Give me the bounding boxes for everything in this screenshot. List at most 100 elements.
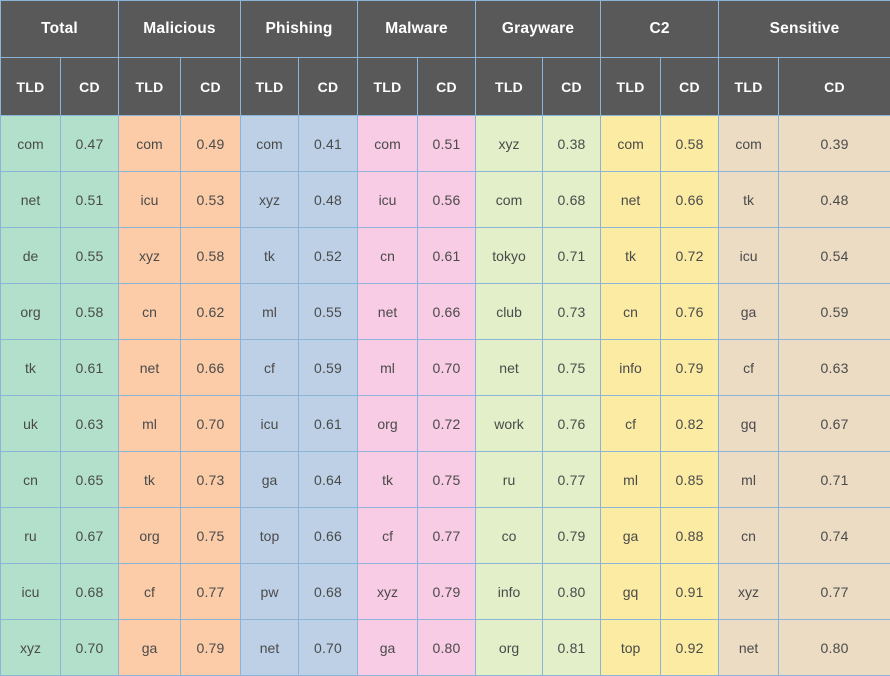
table-row: org 0.58 cn 0.62 ml 0.55 net 0.66 club 0.73 cn 0.76… bbox=[0, 283, 890, 340]
cell-total-tld: com bbox=[0, 115, 61, 172]
cell-malware-tld: cf bbox=[357, 507, 419, 564]
cell-malicious-cd: 0.79 bbox=[180, 619, 241, 676]
cell-malicious-tld: cn bbox=[118, 283, 181, 340]
cell-grayware-tld: xyz bbox=[475, 115, 544, 172]
cell-c2-cd: 0.79 bbox=[660, 339, 720, 396]
cell-malware-cd: 0.51 bbox=[417, 115, 477, 172]
sub-header-sensitive-cd: CD bbox=[778, 57, 890, 116]
cell-grayware-cd: 0.68 bbox=[542, 171, 602, 228]
cell-sensitive-tld: ga bbox=[718, 283, 780, 340]
cell-c2-tld: ga bbox=[600, 507, 662, 564]
cell-total-tld: cn bbox=[0, 451, 61, 508]
cell-total-tld: xyz bbox=[0, 619, 61, 676]
cell-grayware-cd: 0.38 bbox=[542, 115, 602, 172]
cell-malicious-tld: net bbox=[118, 339, 181, 396]
cell-malicious-cd: 0.66 bbox=[180, 339, 241, 396]
cell-sensitive-cd: 0.48 bbox=[778, 171, 890, 228]
cell-malicious-tld: org bbox=[118, 507, 181, 564]
sub-header-phishing-cd: CD bbox=[297, 57, 359, 116]
cell-phishing-cd: 0.70 bbox=[297, 619, 359, 676]
cell-phishing-tld: icu bbox=[240, 395, 299, 452]
cell-grayware-tld: co bbox=[475, 507, 544, 564]
cell-total-tld: icu bbox=[0, 563, 61, 620]
cell-sensitive-cd: 0.63 bbox=[778, 339, 890, 396]
cell-phishing-cd: 0.59 bbox=[297, 339, 359, 396]
cell-malicious-tld: ml bbox=[118, 395, 181, 452]
cell-sensitive-tld: tk bbox=[718, 171, 780, 228]
cell-grayware-tld: work bbox=[475, 395, 544, 452]
cell-sensitive-tld: xyz bbox=[718, 563, 780, 620]
cell-c2-cd: 0.91 bbox=[660, 563, 720, 620]
cell-malware-tld: tk bbox=[357, 451, 419, 508]
cell-malicious-tld: com bbox=[118, 115, 181, 172]
cell-sensitive-cd: 0.77 bbox=[778, 563, 890, 620]
cell-c2-cd: 0.58 bbox=[660, 115, 720, 172]
sub-header-malware-cd: CD bbox=[417, 57, 477, 116]
cell-grayware-cd: 0.76 bbox=[542, 395, 602, 452]
cell-malware-cd: 0.77 bbox=[417, 507, 477, 564]
cell-c2-cd: 0.72 bbox=[660, 227, 720, 284]
table-row: icu 0.68 cf 0.77 pw 0.68 xyz 0.79 info 0.80 gq 0.91… bbox=[0, 563, 890, 620]
cell-sensitive-tld: icu bbox=[718, 227, 780, 284]
cell-sensitive-cd: 0.74 bbox=[778, 507, 890, 564]
cell-grayware-cd: 0.75 bbox=[542, 339, 602, 396]
cell-malware-tld: net bbox=[357, 283, 419, 340]
cell-c2-tld: cf bbox=[600, 395, 662, 452]
cell-phishing-tld: com bbox=[240, 115, 299, 172]
cell-malicious-cd: 0.77 bbox=[180, 563, 241, 620]
cell-sensitive-cd: 0.39 bbox=[778, 115, 890, 172]
cell-sensitive-tld: cn bbox=[718, 507, 780, 564]
sub-header-malicious-tld: TLD bbox=[118, 57, 181, 116]
cell-grayware-cd: 0.81 bbox=[542, 619, 602, 676]
sub-header-total-tld: TLD bbox=[0, 57, 61, 116]
cell-malicious-cd: 0.49 bbox=[180, 115, 241, 172]
cell-total-cd: 0.61 bbox=[60, 339, 119, 396]
cell-malicious-tld: icu bbox=[118, 171, 181, 228]
cell-phishing-cd: 0.55 bbox=[297, 283, 359, 340]
cell-c2-cd: 0.88 bbox=[660, 507, 720, 564]
cell-c2-tld: info bbox=[600, 339, 662, 396]
table-row: cn 0.65 tk 0.73 ga 0.64 tk 0.75 ru 0.77 ml 0.85 ml 0.… bbox=[0, 451, 890, 508]
cell-phishing-cd: 0.68 bbox=[297, 563, 359, 620]
sub-header-c2-cd: CD bbox=[660, 57, 720, 116]
sub-header-c2-tld: TLD bbox=[600, 57, 662, 116]
cell-total-tld: uk bbox=[0, 395, 61, 452]
cell-sensitive-cd: 0.71 bbox=[778, 451, 890, 508]
cell-total-cd: 0.67 bbox=[60, 507, 119, 564]
cell-grayware-tld: com bbox=[475, 171, 544, 228]
cell-malicious-cd: 0.75 bbox=[180, 507, 241, 564]
cell-malware-cd: 0.79 bbox=[417, 563, 477, 620]
cell-malware-tld: org bbox=[357, 395, 419, 452]
cell-grayware-cd: 0.71 bbox=[542, 227, 602, 284]
cell-phishing-tld: tk bbox=[240, 227, 299, 284]
cell-phishing-cd: 0.64 bbox=[297, 451, 359, 508]
table-row: de 0.55 xyz 0.58 tk 0.52 cn 0.61 tokyo 0.71 tk 0.72… bbox=[0, 227, 890, 284]
group-header-row: Total Malicious Phishing Malware Grayware C2 S… bbox=[0, 0, 890, 58]
cell-phishing-cd: 0.48 bbox=[297, 171, 359, 228]
sub-header-row: TLD CD TLD CD TLD CD TLD CD TLD CD TLD CD TLD CD bbox=[0, 57, 890, 116]
group-header-malicious: Malicious bbox=[118, 0, 241, 58]
cell-malware-tld: cn bbox=[357, 227, 419, 284]
cell-c2-cd: 0.76 bbox=[660, 283, 720, 340]
cell-sensitive-tld: ml bbox=[718, 451, 780, 508]
sub-header-malicious-cd: CD bbox=[180, 57, 241, 116]
cell-c2-cd: 0.82 bbox=[660, 395, 720, 452]
cell-phishing-cd: 0.61 bbox=[297, 395, 359, 452]
cell-malicious-cd: 0.70 bbox=[180, 395, 241, 452]
cell-malicious-cd: 0.53 bbox=[180, 171, 241, 228]
cell-phishing-tld: net bbox=[240, 619, 299, 676]
cell-phishing-cd: 0.66 bbox=[297, 507, 359, 564]
cell-total-tld: org bbox=[0, 283, 61, 340]
cell-c2-cd: 0.92 bbox=[660, 619, 720, 676]
cell-malware-cd: 0.70 bbox=[417, 339, 477, 396]
cell-malicious-cd: 0.73 bbox=[180, 451, 241, 508]
cell-c2-cd: 0.85 bbox=[660, 451, 720, 508]
table-row: uk 0.63 ml 0.70 icu 0.61 org 0.72 work 0.76 cf 0.82… bbox=[0, 395, 890, 452]
cell-phishing-cd: 0.41 bbox=[297, 115, 359, 172]
cell-c2-tld: gq bbox=[600, 563, 662, 620]
cell-c2-tld: ml bbox=[600, 451, 662, 508]
table-row: com 0.47 com 0.49 com 0.41 com 0.51 xyz 0.38 com 0.… bbox=[0, 115, 890, 172]
table-row: xyz 0.70 ga 0.79 net 0.70 ga 0.80 org 0.81 top 0.92… bbox=[0, 619, 890, 676]
cell-sensitive-cd: 0.54 bbox=[778, 227, 890, 284]
cell-c2-tld: tk bbox=[600, 227, 662, 284]
